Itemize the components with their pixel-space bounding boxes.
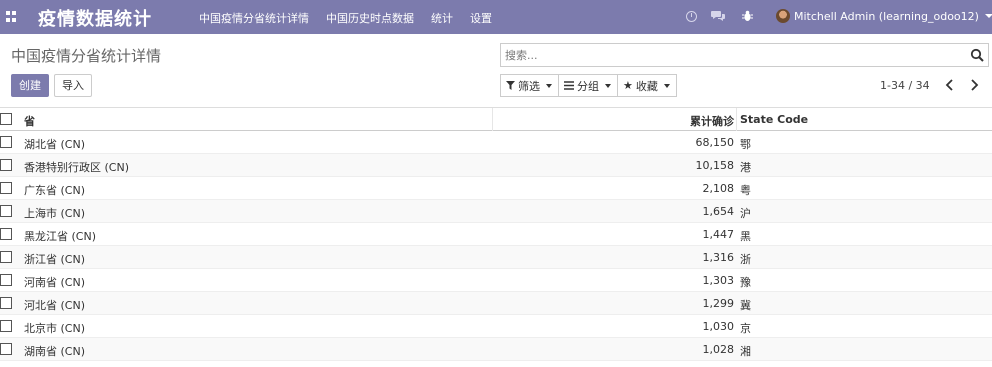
state-code-cell: 豫 <box>740 276 751 289</box>
table-row[interactable]: 上海市 (CN) 1,654 沪 <box>0 200 992 223</box>
column-header-confirmed[interactable]: 累计确诊 <box>493 113 734 129</box>
chevron-left-icon[interactable] <box>944 78 956 92</box>
filter-button[interactable]: 筛选 <box>500 74 559 97</box>
pager-value[interactable]: 1-34 / 34 <box>880 79 930 92</box>
import-button[interactable]: 导入 <box>54 74 92 97</box>
confirmed-cell: 1,316 <box>702 251 735 264</box>
confirmed-cell: 1,654 <box>702 205 735 218</box>
menu-item-history-data[interactable]: 中国历史时点数据 <box>326 10 414 26</box>
row-checkbox[interactable] <box>0 297 12 309</box>
group-by-label: 分组 <box>577 79 599 93</box>
row-checkbox[interactable] <box>0 228 12 240</box>
table-row[interactable]: 浙江省 (CN) 1,316 浙 <box>0 246 992 269</box>
table-header: 省 累计确诊 State Code <box>0 107 992 131</box>
column-header-state-code[interactable]: State Code <box>740 113 808 126</box>
page-title: 中国疫情分省统计详情 <box>11 47 162 65</box>
row-checkbox[interactable] <box>0 251 12 263</box>
table-row[interactable]: 河北省 (CN) 1,299 冀 <box>0 292 992 315</box>
menu-item-statistics[interactable]: 统计 <box>431 10 453 26</box>
column-divider <box>736 108 737 131</box>
province-cell: 黑龙江省 (CN) <box>24 230 96 243</box>
table-row[interactable]: 湖南省 (CN) 1,028 湘 <box>0 338 992 361</box>
activity-clock-icon[interactable] <box>686 11 697 22</box>
confirmed-cell: 1,303 <box>702 274 735 287</box>
apps-menu-icon[interactable] <box>6 11 17 22</box>
row-checkbox[interactable] <box>0 343 12 355</box>
row-checkbox[interactable] <box>0 159 12 171</box>
state-code-cell: 浙 <box>740 253 751 266</box>
state-code-cell: 沪 <box>740 207 751 220</box>
list-icon <box>564 81 574 90</box>
user-avatar[interactable] <box>776 9 790 23</box>
province-cell: 上海市 (CN) <box>24 207 85 220</box>
state-code-cell: 湘 <box>740 345 751 358</box>
menu-item-province-details[interactable]: 中国疫情分省统计详情 <box>199 10 309 26</box>
confirmed-cell: 1,299 <box>702 297 735 310</box>
row-checkbox[interactable] <box>0 182 12 194</box>
table-row[interactable]: 广东省 (CN) 2,108 粤 <box>0 177 992 200</box>
debug-bug-icon[interactable] <box>742 10 753 22</box>
state-code-cell: 京 <box>740 322 751 335</box>
chevron-down-icon <box>605 83 611 88</box>
state-code-cell: 港 <box>740 161 751 174</box>
state-code-cell: 黑 <box>740 230 751 243</box>
province-cell: 浙江省 (CN) <box>24 253 85 266</box>
province-cell: 北京市 (CN) <box>24 322 85 335</box>
select-all-checkbox[interactable] <box>0 113 12 125</box>
row-checkbox[interactable] <box>0 205 12 217</box>
row-checkbox[interactable] <box>0 136 12 148</box>
favorites-button[interactable]: ★ 收藏 <box>617 74 677 97</box>
chat-icon[interactable] <box>711 10 726 22</box>
confirmed-cell: 1,030 <box>702 320 735 333</box>
create-button[interactable]: 创建 <box>11 74 49 97</box>
top-navbar: 疫情数据统计 中国疫情分省统计详情 中国历史时点数据 统计 设置 Mitchel… <box>0 0 992 34</box>
row-checkbox[interactable] <box>0 274 12 286</box>
filter-icon <box>506 81 515 90</box>
state-code-cell: 鄂 <box>740 138 751 151</box>
chevron-right-icon[interactable] <box>968 78 980 92</box>
search-input[interactable] <box>505 47 945 63</box>
table-row[interactable]: 香港特别行政区 (CN) 10,158 港 <box>0 154 992 177</box>
state-code-cell: 冀 <box>740 299 751 312</box>
search-icon[interactable] <box>970 48 984 62</box>
confirmed-cell: 1,447 <box>702 228 735 241</box>
row-checkbox[interactable] <box>0 320 12 332</box>
column-header-province[interactable]: 省 <box>24 113 35 129</box>
menu-item-settings[interactable]: 设置 <box>470 10 492 26</box>
chevron-down-icon <box>663 83 670 88</box>
group-by-button[interactable]: 分组 <box>558 74 618 97</box>
table-row[interactable]: 黑龙江省 (CN) 1,447 黑 <box>0 223 992 246</box>
province-cell: 香港特别行政区 (CN) <box>24 161 129 174</box>
user-name: Mitchell Admin (learning_odoo12) <box>794 10 979 23</box>
search-box <box>500 43 989 67</box>
main-menu: 中国疫情分省统计详情 中国历史时点数据 统计 设置 <box>199 10 509 26</box>
province-cell: 广东省 (CN) <box>24 184 85 197</box>
table-row[interactable]: 河南省 (CN) 1,303 豫 <box>0 269 992 292</box>
table-row[interactable]: 北京市 (CN) 1,030 京 <box>0 315 992 338</box>
province-cell: 湖南省 (CN) <box>24 345 85 358</box>
state-code-cell: 粤 <box>740 184 751 197</box>
confirmed-cell: 1,028 <box>702 343 735 356</box>
favorites-label: 收藏 <box>635 79 658 93</box>
chevron-down-icon <box>546 83 552 88</box>
search-options: 筛选 分组 ★ 收藏 <box>500 74 677 97</box>
table-row[interactable]: 湖北省 (CN) 68,150 鄂 <box>0 131 992 154</box>
user-menu[interactable]: Mitchell Admin (learning_odoo12) <box>794 10 992 23</box>
filter-label: 筛选 <box>518 79 540 93</box>
confirmed-cell: 68,150 <box>695 136 735 149</box>
province-cell: 河北省 (CN) <box>24 299 85 312</box>
confirmed-cell: 2,108 <box>702 182 735 195</box>
confirmed-cell: 10,158 <box>695 159 735 172</box>
province-cell: 湖北省 (CN) <box>24 138 85 151</box>
province-cell: 河南省 (CN) <box>24 276 85 289</box>
app-brand[interactable]: 疫情数据统计 <box>38 5 152 31</box>
chevron-down-icon <box>984 14 992 18</box>
star-icon: ★ <box>623 79 633 92</box>
